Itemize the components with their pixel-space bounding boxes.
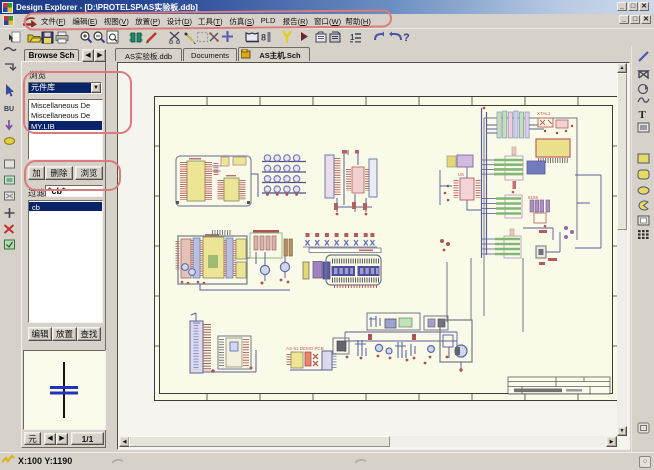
svg-text:8: 8 (261, 33, 266, 43)
svg-text:1: 1 (350, 33, 355, 42)
svg-text:AS-51 DEMO PCB: AS-51 DEMO PCB (286, 346, 324, 351)
svg-text:?: ? (403, 32, 410, 44)
svg-text:8155: 8155 (528, 195, 539, 200)
svg-text:U6: U6 (458, 172, 464, 177)
svg-text:T: T (639, 109, 647, 121)
svg-text:BU: BU (4, 106, 14, 113)
svg-text:XTAL1: XTAL1 (537, 111, 551, 116)
